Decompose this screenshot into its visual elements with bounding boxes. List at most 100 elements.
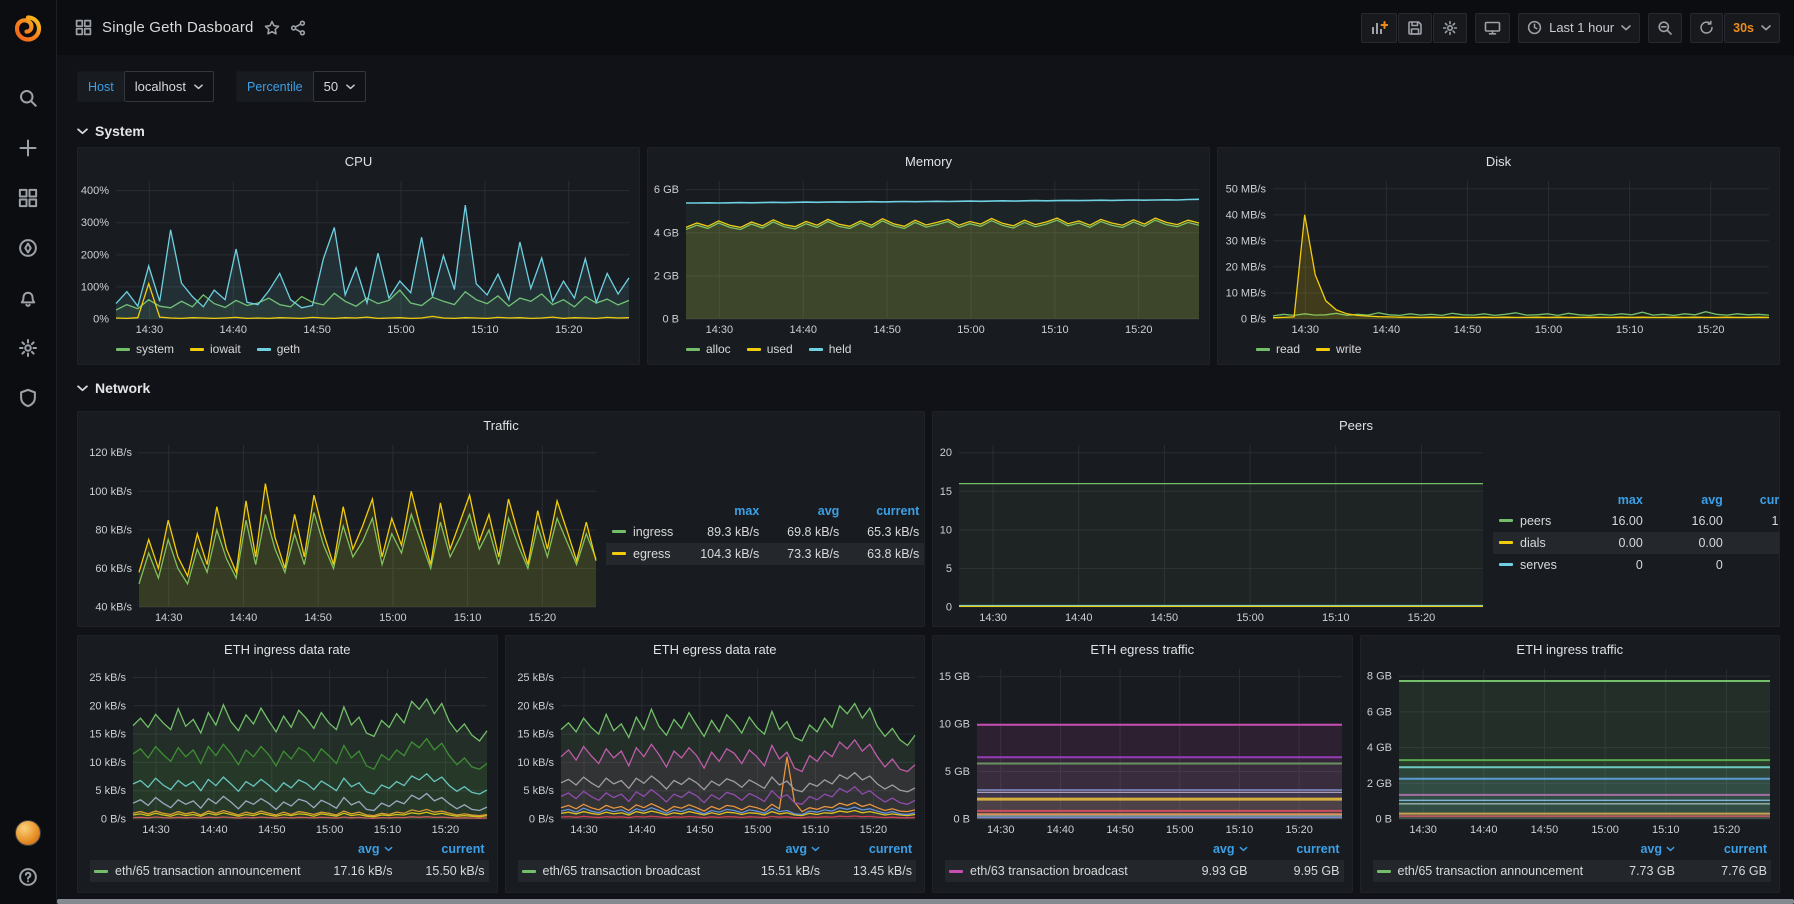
legend-item-peers[interactable]: peers — [1493, 510, 1563, 532]
user-avatar[interactable] — [15, 820, 41, 846]
dashboards-icon[interactable] — [10, 185, 46, 211]
chart-eth-egress-rate[interactable]: 0 B/s5 kB/s10 kB/s15 kB/s20 kB/s25 kB/s1… — [506, 663, 925, 838]
chart-svg[interactable]: 0510152014:3014:4014:5015:0015:1015:20 — [933, 439, 1493, 626]
legend-item-geth[interactable]: geth — [257, 342, 300, 356]
add-panel-button[interactable] — [1361, 13, 1397, 43]
chart-traffic[interactable]: 40 kB/s60 kB/s80 kB/s100 kB/s120 kB/s14:… — [78, 439, 606, 626]
alerting-bell-icon[interactable] — [10, 285, 46, 311]
legend-sort-avg[interactable]: avg — [1583, 840, 1679, 860]
chart-eth-ingress-rate[interactable]: 0 B/s5 kB/s10 kB/s15 kB/s20 kB/s25 kB/s1… — [78, 663, 497, 838]
chart-svg[interactable]: 0 B5 GB10 GB15 GB14:3014:4014:5015:0015:… — [933, 663, 1352, 838]
legend-item-system[interactable]: system — [116, 342, 174, 356]
legend-sort-avg[interactable]: avg — [728, 840, 824, 860]
chart-svg[interactable]: 0%100%200%300%400%14:3014:4014:5015:0015… — [78, 175, 639, 338]
chart-memory[interactable]: 0 B2 GB4 GB6 GB14:3014:4014:5015:0015:10… — [648, 175, 1209, 338]
legend-item-eth/65 transaction announcement[interactable]: eth/65 transaction announcement — [1373, 860, 1584, 882]
legend-sort-current[interactable]: current — [824, 840, 916, 860]
section-header-network[interactable]: Network — [77, 375, 1780, 401]
share-icon[interactable] — [290, 20, 306, 36]
legend-item-egress[interactable]: egress — [606, 543, 679, 565]
legend-sort-avg[interactable]: avg — [765, 501, 845, 521]
panel-title-memory[interactable]: Memory — [648, 148, 1209, 175]
legend-item-write[interactable]: write — [1316, 342, 1361, 356]
legend-item-dials[interactable]: dials — [1493, 532, 1563, 554]
svg-text:25 kB/s: 25 kB/s — [517, 672, 554, 684]
server-admin-shield-icon[interactable] — [10, 385, 46, 411]
panel-title-traffic[interactable]: Traffic — [78, 412, 924, 439]
legend-color-dash — [1377, 870, 1391, 873]
chart-eth-ingress-traffic[interactable]: 0 B2 GB4 GB6 GB8 GB14:3014:4014:5015:001… — [1361, 663, 1780, 838]
legend-sort-max[interactable]: max — [1563, 490, 1649, 510]
panel-title-eth-ingress-traffic[interactable]: ETH ingress traffic — [1361, 636, 1780, 663]
legend-eth-egress-rate: avgcurrenteth/65 transaction broadcast15… — [506, 838, 925, 892]
legend-color-dash — [747, 348, 761, 351]
chart-eth-egress-traffic[interactable]: 0 B5 GB10 GB15 GB14:3014:4014:5015:0015:… — [933, 663, 1352, 838]
panel-eth-ingress-traffic: ETH ingress traffic0 B2 GB4 GB6 GB8 GB14… — [1360, 635, 1781, 893]
panel-title-eth-egress-traffic[interactable]: ETH egress traffic — [933, 636, 1352, 663]
chart-svg[interactable]: 0 B/s5 kB/s10 kB/s15 kB/s20 kB/s25 kB/s1… — [506, 663, 925, 838]
legend-item-eth/65 transaction announcement[interactable]: eth/65 transaction announcement — [90, 860, 301, 882]
dashboard-settings-button[interactable] — [1433, 13, 1467, 43]
percentile-variable-value[interactable]: 50 — [313, 71, 366, 102]
save-dashboard-button[interactable] — [1398, 13, 1432, 43]
search-icon[interactable] — [10, 85, 46, 111]
legend-item-held[interactable]: held — [809, 342, 852, 356]
section-header-system[interactable]: System — [77, 118, 1780, 144]
chart-svg[interactable]: 0 B/s5 kB/s10 kB/s15 kB/s20 kB/s25 kB/s1… — [78, 663, 497, 838]
chart-svg[interactable]: 0 B/s10 MB/s20 MB/s30 MB/s40 MB/s50 MB/s… — [1218, 175, 1779, 338]
sidebar — [0, 0, 57, 904]
time-range-picker[interactable]: Last 1 hour — [1518, 13, 1640, 43]
legend-item-eth/65 transaction broadcast[interactable]: eth/65 transaction broadcast — [518, 860, 729, 882]
legend-item-serves[interactable]: serves — [1493, 554, 1563, 576]
create-plus-icon[interactable] — [10, 135, 46, 161]
grafana-logo[interactable] — [0, 0, 57, 57]
legend-sort-avg[interactable]: avg — [1156, 840, 1252, 860]
svg-text:14:50: 14:50 — [303, 324, 331, 336]
legend-item-used[interactable]: used — [747, 342, 793, 356]
legend-sort-max[interactable]: max — [679, 501, 765, 521]
legend-value: 16.00 — [1563, 510, 1649, 532]
panel-title-peers[interactable]: Peers — [933, 412, 1779, 439]
legend-sort-current[interactable]: current — [1729, 490, 1780, 510]
chart-disk[interactable]: 0 B/s10 MB/s20 MB/s30 MB/s40 MB/s50 MB/s… — [1218, 175, 1779, 338]
svg-text:15:20: 15:20 — [432, 824, 460, 836]
explore-compass-icon[interactable] — [10, 235, 46, 261]
legend-value: 15.50 kB/s — [397, 860, 489, 882]
chart-svg[interactable]: 0 B2 GB4 GB6 GB14:3014:4014:5015:0015:10… — [648, 175, 1209, 338]
legend-item-read[interactable]: read — [1256, 342, 1300, 356]
chart-svg[interactable]: 40 kB/s60 kB/s80 kB/s100 kB/s120 kB/s14:… — [78, 439, 606, 626]
refresh-button[interactable] — [1690, 13, 1723, 43]
legend-sort-current[interactable]: current — [397, 840, 489, 860]
chart-peers[interactable]: 0510152014:3014:4014:5015:0015:1015:20 — [933, 439, 1493, 626]
legend-color-dash — [522, 870, 536, 873]
refresh-interval-dropdown[interactable]: 30s — [1724, 13, 1780, 43]
host-variable-value[interactable]: localhost — [124, 71, 214, 102]
legend-sort-avg[interactable]: avg — [301, 840, 397, 860]
dashboard-title[interactable]: Single Geth Dasboard — [102, 19, 254, 36]
svg-text:14:40: 14:40 — [200, 824, 228, 836]
horizontal-scrollbar[interactable] — [57, 899, 1794, 904]
help-icon[interactable] — [10, 864, 46, 890]
legend-sort-current[interactable]: current — [845, 501, 925, 521]
legend-item-ingress[interactable]: ingress — [606, 521, 679, 543]
variable-host: Host localhost — [77, 71, 214, 102]
legend-sort-current[interactable]: current — [1252, 840, 1344, 860]
legend-table: avgcurrenteth/63 transaction broadcast9.… — [945, 840, 1344, 882]
legend-item-alloc[interactable]: alloc — [686, 342, 731, 356]
panel-title-eth-ingress-rate[interactable]: ETH ingress data rate — [78, 636, 497, 663]
legend-item-eth/63 transaction broadcast[interactable]: eth/63 transaction broadcast — [945, 860, 1156, 882]
panel-title-eth-egress-rate[interactable]: ETH egress data rate — [506, 636, 925, 663]
star-icon[interactable] — [264, 20, 280, 36]
refresh-interval-label: 30s — [1733, 21, 1754, 35]
legend-sort-current[interactable]: current — [1679, 840, 1771, 860]
legend-corner — [606, 501, 679, 521]
panel-title-cpu[interactable]: CPU — [78, 148, 639, 175]
legend-item-iowait[interactable]: iowait — [190, 342, 241, 356]
legend-sort-avg[interactable]: avg — [1649, 490, 1729, 510]
cycle-view-mode-button[interactable] — [1475, 13, 1510, 43]
configuration-gear-icon[interactable] — [10, 335, 46, 361]
panel-title-disk[interactable]: Disk — [1218, 148, 1779, 175]
zoom-out-button[interactable] — [1648, 13, 1682, 43]
chart-cpu[interactable]: 0%100%200%300%400%14:3014:4014:5015:0015… — [78, 175, 639, 338]
chart-svg[interactable]: 0 B2 GB4 GB6 GB8 GB14:3014:4014:5015:001… — [1361, 663, 1780, 838]
